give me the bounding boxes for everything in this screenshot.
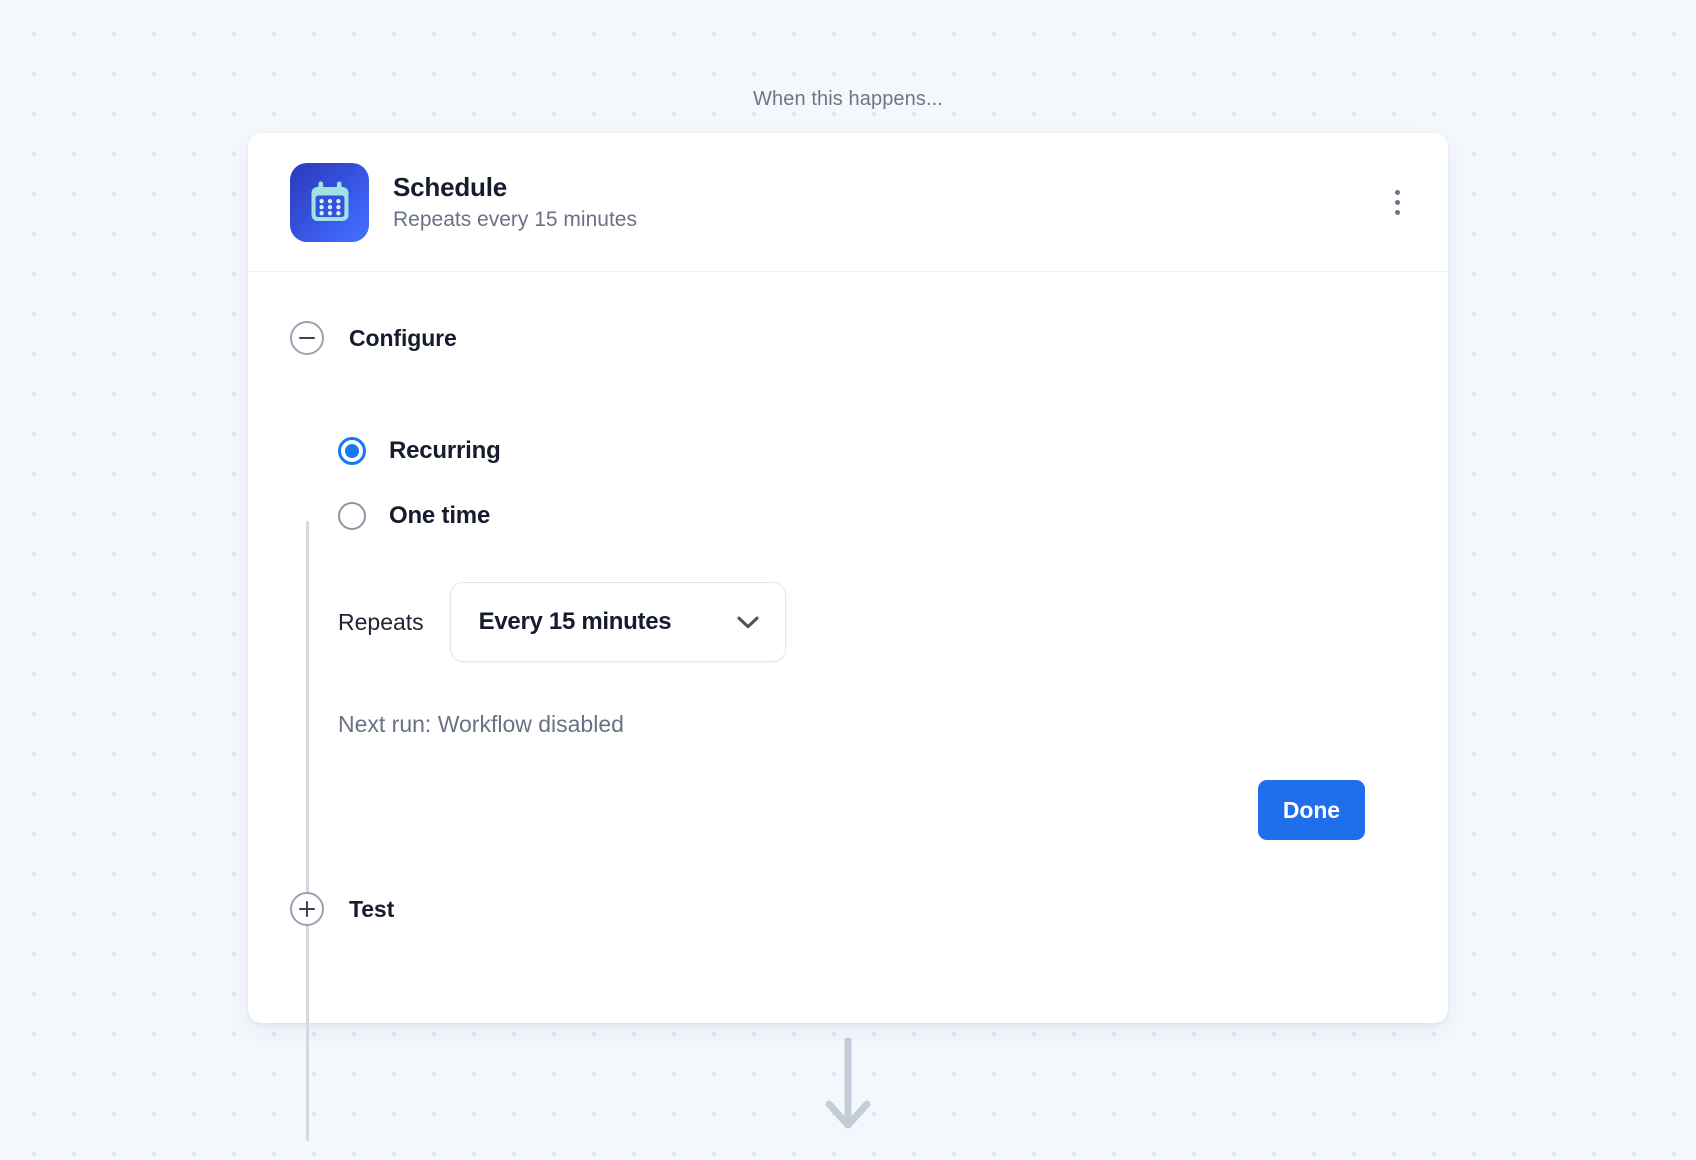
minus-bar — [299, 336, 315, 340]
radio-option-recurring[interactable]: Recurring — [338, 423, 598, 479]
radio-label-recurring: Recurring — [389, 437, 501, 464]
kebab-menu-icon[interactable] — [1382, 182, 1412, 222]
trigger-card: Schedule Repeats every 15 minutes Config… — [248, 133, 1448, 1141]
minus-circle-icon[interactable] — [290, 321, 324, 355]
next-run-status: Next run: Workflow disabled — [338, 711, 624, 737]
kebab-dot — [1394, 199, 1400, 205]
repeats-select-value: Every 15 minutes — [478, 608, 672, 635]
step-label-configure: Configure — [349, 324, 457, 351]
step-connector-line — [306, 521, 309, 1141]
flow-caption: When this happens... — [753, 88, 943, 110]
arrow-down-icon — [825, 1038, 871, 1129]
calendar-icon — [290, 162, 369, 242]
radio-indicator-one-time[interactable] — [338, 502, 366, 530]
plus-bar-vertical — [305, 901, 309, 917]
app-title: Schedule — [393, 171, 507, 202]
kebab-dot — [1394, 209, 1400, 215]
plus-circle-icon[interactable] — [290, 892, 324, 926]
card-header-text: Schedule Repeats every 15 minutes — [393, 171, 637, 234]
card-header[interactable]: Schedule Repeats every 15 minutes — [248, 133, 1448, 272]
step-header-configure[interactable]: Configure — [248, 305, 1448, 371]
repeats-field-row: Repeats Every 15 minutes — [338, 582, 1448, 662]
kebab-dot — [1394, 189, 1400, 195]
radio-option-one-time[interactable]: One time — [338, 488, 598, 544]
step-label-test: Test — [349, 895, 395, 922]
radio-indicator-recurring[interactable] — [338, 437, 366, 465]
repeats-select[interactable]: Every 15 minutes — [449, 582, 786, 662]
done-button-row: Done — [338, 738, 1448, 868]
repeats-label: Repeats — [338, 608, 424, 635]
step-header-test[interactable]: Test — [248, 876, 1448, 942]
card-body: Configure Recurring One time Repeats Eve… — [248, 305, 1448, 1141]
done-button[interactable]: Done — [1257, 780, 1365, 840]
configure-panel: Recurring One time Repeats Every 15 minu… — [248, 371, 1448, 868]
app-subtitle: Repeats every 15 minutes — [393, 208, 637, 232]
chevron-down-icon — [737, 616, 759, 628]
radio-label-one-time: One time — [389, 502, 491, 529]
